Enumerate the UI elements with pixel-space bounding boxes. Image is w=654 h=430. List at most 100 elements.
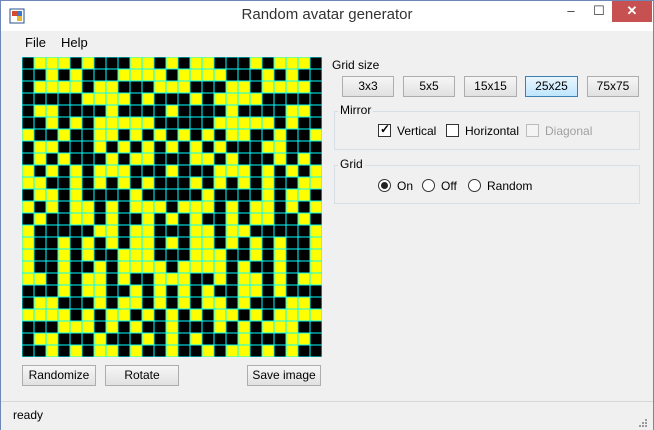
avatar-cell [166, 321, 178, 333]
avatar-cell [118, 69, 130, 81]
avatar-cell [214, 129, 226, 141]
avatar-cell [202, 249, 214, 261]
avatar-cell [82, 297, 94, 309]
avatar-cell [142, 297, 154, 309]
avatar-cell [238, 261, 250, 273]
avatar-cell [310, 93, 322, 105]
app-window: Random avatar generator – ☐ ✕ File Help … [0, 0, 654, 430]
avatar-cell [286, 189, 298, 201]
avatar-cell [46, 201, 58, 213]
minimize-button[interactable]: – [557, 1, 585, 22]
avatar-cell [310, 81, 322, 93]
avatar-cell [142, 105, 154, 117]
avatar-cell [118, 225, 130, 237]
avatar-cell [274, 225, 286, 237]
avatar-cell [58, 141, 70, 153]
grid-on-label[interactable]: On [397, 179, 413, 193]
avatar-cell [130, 309, 142, 321]
avatar-cell [178, 57, 190, 69]
avatar-cell [130, 249, 142, 261]
close-button[interactable]: ✕ [612, 1, 652, 22]
avatar-cell [214, 309, 226, 321]
horizontal-label[interactable]: Horizontal [465, 124, 519, 138]
grid-random-label[interactable]: Random [487, 179, 532, 193]
avatar-cell [34, 249, 46, 261]
maximize-button[interactable]: ☐ [586, 1, 612, 22]
menu-help[interactable]: Help [61, 35, 88, 50]
avatar-cell [106, 189, 118, 201]
rotate-button[interactable]: Rotate [105, 365, 179, 386]
avatar-cell [226, 141, 238, 153]
avatar-cell [34, 297, 46, 309]
avatar-cell [202, 189, 214, 201]
menu-file[interactable]: File [25, 35, 46, 50]
avatar-cell [286, 333, 298, 345]
randomize-button[interactable]: Randomize [22, 365, 96, 386]
avatar-cell [106, 153, 118, 165]
avatar-cell [274, 261, 286, 273]
avatar-cell [310, 105, 322, 117]
avatar-cell [190, 93, 202, 105]
avatar-cell [106, 57, 118, 69]
avatar-cell [142, 249, 154, 261]
avatar-cell [130, 321, 142, 333]
avatar-cell [274, 105, 286, 117]
avatar-cell [82, 201, 94, 213]
grid-size-25x25-button[interactable]: 25x25 [525, 76, 578, 97]
avatar-cell [166, 189, 178, 201]
avatar-cell [310, 333, 322, 345]
vertical-checkbox[interactable]: ✓ [378, 122, 391, 137]
avatar-cell [34, 333, 46, 345]
horizontal-checkbox[interactable] [446, 124, 459, 137]
grid-off-radio[interactable] [422, 179, 435, 192]
avatar-cell [310, 213, 322, 225]
avatar-cell [250, 213, 262, 225]
avatar-cell [190, 117, 202, 129]
avatar-cell [214, 69, 226, 81]
avatar-cell [310, 165, 322, 177]
avatar-cell [178, 261, 190, 273]
avatar-cell [142, 129, 154, 141]
avatar-cell [298, 201, 310, 213]
avatar-cell [22, 297, 34, 309]
avatar-cell [142, 141, 154, 153]
grid-size-75x75-button[interactable]: 75x75 [587, 76, 639, 97]
avatar-cell [94, 237, 106, 249]
avatar-cell [286, 153, 298, 165]
avatar-cell [46, 225, 58, 237]
avatar-cell [142, 333, 154, 345]
avatar-cell [82, 261, 94, 273]
resize-grip-icon[interactable] [637, 416, 647, 427]
grid-random-radio[interactable] [468, 179, 481, 192]
avatar-image [22, 57, 322, 357]
avatar-cell [58, 57, 70, 69]
avatar-cell [286, 201, 298, 213]
grid-off-label[interactable]: Off [441, 179, 457, 193]
avatar-cell [130, 177, 142, 189]
grid-on-radio[interactable] [378, 179, 391, 192]
avatar-cell [154, 153, 166, 165]
save-image-button[interactable]: Save image [247, 365, 321, 386]
avatar-cell [142, 345, 154, 357]
avatar-cell [154, 333, 166, 345]
vertical-label[interactable]: Vertical [397, 124, 436, 138]
avatar-cell [94, 141, 106, 153]
title-bar[interactable]: Random avatar generator – ☐ ✕ [1, 1, 653, 31]
avatar-cell [226, 177, 238, 189]
avatar-cell [274, 345, 286, 357]
grid-size-5x5-button[interactable]: 5x5 [403, 76, 455, 97]
avatar-cell [286, 297, 298, 309]
avatar-cell [82, 57, 94, 69]
avatar-cell [94, 321, 106, 333]
avatar-cell [46, 333, 58, 345]
avatar-canvas[interactable] [22, 57, 322, 357]
avatar-cell [214, 321, 226, 333]
grid-size-3x3-button[interactable]: 3x3 [342, 76, 394, 97]
avatar-cell [34, 237, 46, 249]
grid-size-15x15-button[interactable]: 15x15 [464, 76, 517, 97]
avatar-cell [70, 201, 82, 213]
avatar-cell [154, 249, 166, 261]
avatar-cell [142, 177, 154, 189]
avatar-cell [310, 117, 322, 129]
avatar-cell [94, 57, 106, 69]
